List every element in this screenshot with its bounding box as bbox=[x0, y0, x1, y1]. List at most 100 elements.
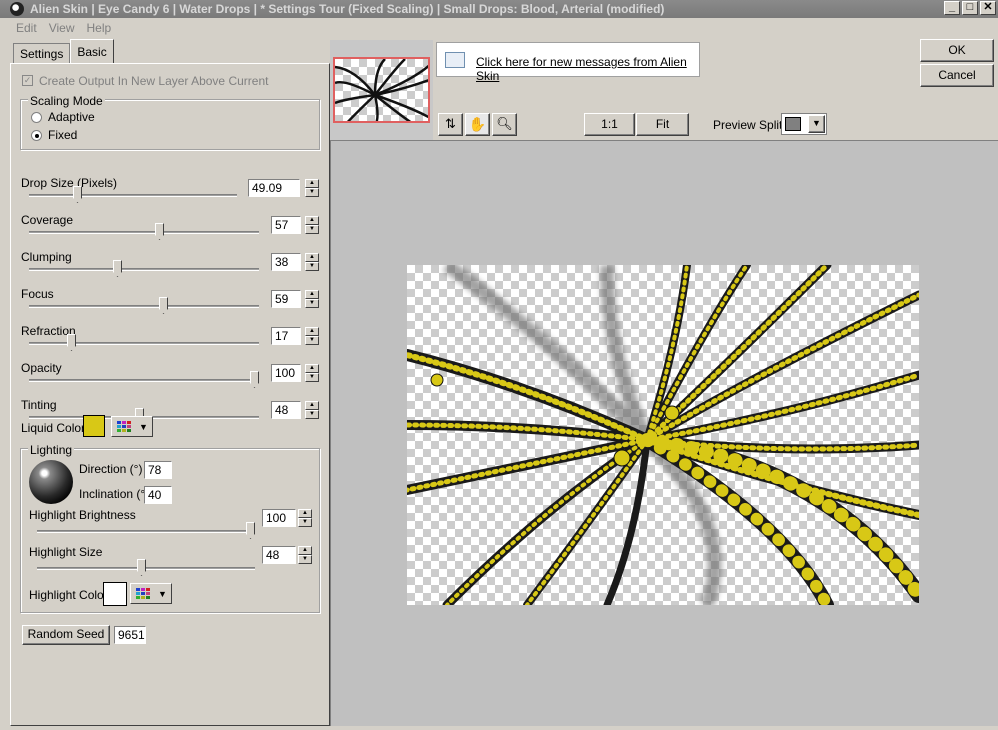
random-seed-field[interactable]: 9651 bbox=[114, 626, 146, 644]
highlight-color-label: Highlight Color bbox=[29, 588, 108, 602]
scaling-mode-legend: Scaling Mode bbox=[28, 94, 105, 108]
opacity-thumb[interactable] bbox=[250, 371, 259, 388]
focus-thumb[interactable] bbox=[159, 297, 168, 314]
menu-view[interactable]: View bbox=[43, 19, 81, 37]
preview-panel: Click here for new messages from Alien S… bbox=[330, 38, 998, 726]
preview-split-label: Preview Split: bbox=[713, 118, 786, 132]
clumping-spinner[interactable]: ▲ ▼ bbox=[305, 253, 319, 271]
menu-edit[interactable]: Edit bbox=[10, 19, 43, 37]
navigator-thumbnail[interactable] bbox=[333, 57, 430, 123]
maximize-button[interactable]: □ bbox=[962, 1, 978, 15]
opacity-track bbox=[29, 379, 259, 382]
focus-track bbox=[29, 305, 259, 308]
drop-spinner[interactable]: ▲ ▼ bbox=[305, 179, 319, 197]
focus-spinner[interactable]: ▲ ▼ bbox=[305, 290, 319, 308]
hand-tool-button[interactable]: ✋ bbox=[465, 113, 490, 136]
tab-basic[interactable]: Basic bbox=[70, 39, 114, 63]
direction-field[interactable]: 78 bbox=[144, 461, 172, 479]
refraction-thumb[interactable] bbox=[67, 334, 76, 351]
tinting-field[interactable]: 48 bbox=[271, 401, 301, 419]
highlight-color-picker-button[interactable]: ▼ bbox=[130, 583, 172, 604]
chevron-down-icon: ▼ bbox=[808, 115, 825, 133]
inclination-field[interactable]: 40 bbox=[144, 486, 172, 504]
create-output-checkbox[interactable]: ✓ bbox=[22, 75, 33, 86]
focus-field[interactable]: 59 bbox=[271, 290, 301, 308]
tinting-label: Tinting bbox=[21, 398, 57, 412]
alien-skin-app-icon bbox=[10, 2, 24, 16]
preview-split-dropdown[interactable]: ▼ bbox=[781, 113, 827, 135]
preview-image[interactable] bbox=[407, 265, 919, 605]
coverage-track bbox=[29, 231, 259, 234]
chevron-down-icon: ▼ bbox=[158, 589, 167, 599]
tab-settings[interactable]: Settings bbox=[13, 43, 71, 63]
adaptive-radio-label: Adaptive bbox=[48, 110, 95, 124]
zoom-1to1-button[interactable]: 1:1 bbox=[584, 113, 635, 136]
coverage-label: Coverage bbox=[21, 213, 74, 227]
controls-panel: Settings Basic ✓ Create Output In New La… bbox=[10, 38, 330, 726]
coverage-spinner[interactable]: ▲ ▼ bbox=[305, 216, 319, 234]
magnifier-icon: 🔍︎ bbox=[496, 116, 513, 131]
highlight-brightness-spinner[interactable]: ▲ ▼ bbox=[298, 509, 312, 527]
fixed-radio[interactable] bbox=[31, 130, 42, 141]
highlight-brightness-track bbox=[37, 530, 255, 533]
palette-icon bbox=[136, 588, 151, 600]
drop-label: Drop Size (Pixels) bbox=[21, 176, 118, 190]
light-direction-sphere[interactable] bbox=[29, 460, 73, 504]
basic-tab-panel: ✓ Create Output In New Layer Above Curre… bbox=[10, 63, 330, 726]
tab-strip: Settings Basic bbox=[13, 39, 114, 63]
refraction-track bbox=[29, 342, 259, 345]
compare-icon: ⇅ bbox=[445, 116, 456, 131]
messages-link[interactable]: Click here for new messages from Alien S… bbox=[476, 55, 699, 83]
minimize-button[interactable]: _ bbox=[944, 1, 960, 15]
highlight-size-spinner[interactable]: ▲ ▼ bbox=[298, 546, 312, 564]
drop-track bbox=[29, 194, 237, 197]
preview-canvas-area[interactable] bbox=[330, 140, 998, 726]
window-title: Alien Skin | Eye Candy 6 | Water Drops |… bbox=[30, 2, 665, 16]
liquid-color-label: Liquid Color bbox=[21, 421, 86, 435]
clumping-thumb[interactable] bbox=[113, 260, 122, 277]
drop-field[interactable]: 49.09 bbox=[248, 179, 300, 197]
highlight-brightness-field[interactable]: 100 bbox=[262, 509, 296, 527]
highlight-color-swatch[interactable] bbox=[103, 582, 127, 606]
lighting-legend: Lighting bbox=[28, 443, 75, 457]
random-seed-button[interactable]: Random Seed bbox=[22, 625, 110, 645]
palette-icon bbox=[117, 421, 132, 433]
zoom-tool-button[interactable]: 🔍︎ bbox=[492, 113, 517, 136]
adaptive-radio[interactable] bbox=[31, 112, 42, 123]
clumping-track bbox=[29, 268, 259, 271]
clumping-field[interactable]: 38 bbox=[271, 253, 301, 271]
zoom-fit-button[interactable]: Fit bbox=[636, 113, 689, 136]
highlight-size-label: Highlight Size bbox=[29, 545, 103, 559]
highlight-size-track bbox=[37, 567, 255, 570]
create-output-label: Create Output In New Layer Above Current bbox=[39, 74, 269, 88]
fixed-radio-label: Fixed bbox=[48, 128, 78, 142]
compare-tool-button[interactable]: ⇅ bbox=[438, 113, 463, 136]
hand-icon: ✋ bbox=[468, 116, 487, 132]
coverage-field[interactable]: 57 bbox=[271, 216, 301, 234]
split-mode-icon bbox=[785, 117, 801, 131]
refraction-field[interactable]: 17 bbox=[271, 327, 301, 345]
messages-banner[interactable]: Click here for new messages from Alien S… bbox=[436, 42, 700, 83]
envelope-icon bbox=[445, 52, 465, 68]
chevron-down-icon: ▼ bbox=[139, 422, 148, 432]
menu-help[interactable]: Help bbox=[80, 19, 117, 37]
ok-button[interactable]: OK bbox=[920, 39, 994, 62]
drop-thumb[interactable] bbox=[73, 186, 82, 203]
refraction-spinner[interactable]: ▲ ▼ bbox=[305, 327, 319, 345]
opacity-label: Opacity bbox=[21, 361, 62, 375]
window-controls: _ □ ✕ bbox=[944, 1, 996, 15]
highlight-brightness-label: Highlight Brightness bbox=[29, 508, 136, 522]
direction-label: Direction (°) bbox=[79, 462, 143, 476]
coverage-thumb[interactable] bbox=[155, 223, 164, 240]
close-button[interactable]: ✕ bbox=[980, 1, 996, 15]
menu-bar: Edit View Help bbox=[10, 19, 117, 37]
highlight-size-field[interactable]: 48 bbox=[262, 546, 296, 564]
inclination-label: Inclination (°) bbox=[79, 487, 150, 501]
focus-label: Focus bbox=[21, 287, 54, 301]
cancel-button[interactable]: Cancel bbox=[920, 64, 994, 87]
liquid-color-picker-button[interactable]: ▼ bbox=[111, 416, 153, 437]
tinting-spinner[interactable]: ▲ ▼ bbox=[305, 401, 319, 419]
liquid-color-swatch[interactable] bbox=[83, 415, 105, 437]
opacity-field[interactable]: 100 bbox=[271, 364, 301, 382]
opacity-spinner[interactable]: ▲ ▼ bbox=[305, 364, 319, 382]
